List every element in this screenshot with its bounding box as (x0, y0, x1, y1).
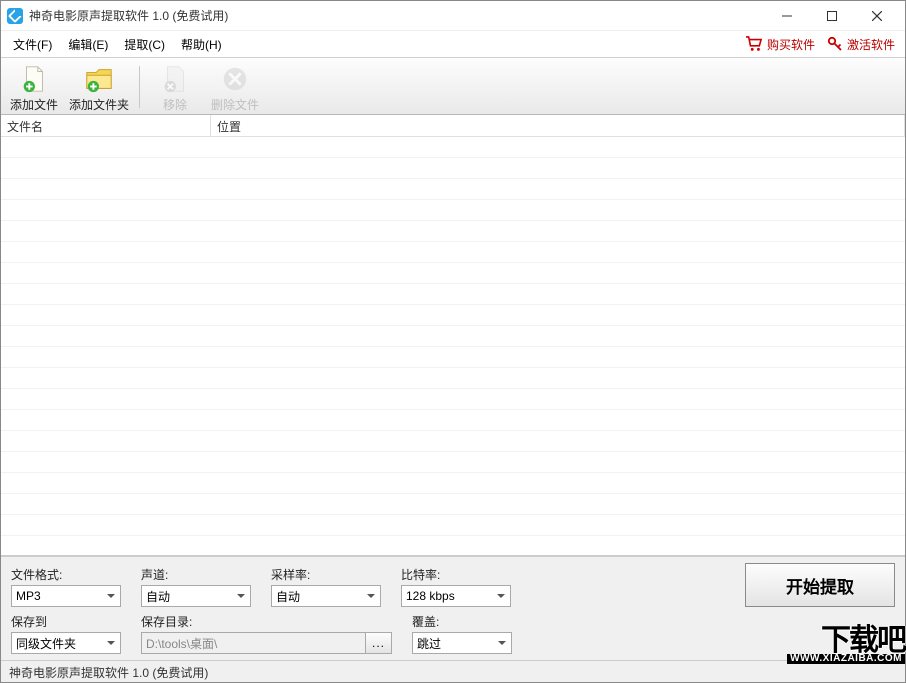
list-row (1, 347, 905, 368)
menubar: 文件(F) 编辑(E) 提取(C) 帮助(H) 购买软件 激活软件 (1, 31, 905, 57)
add-file-label: 添加文件 (10, 96, 58, 113)
list-header: 文件名 位置 (1, 115, 905, 137)
format-select[interactable]: MP3 (11, 585, 121, 607)
format-label: 文件格式: (11, 566, 121, 583)
close-button[interactable] (854, 2, 899, 30)
delete-file-label: 删除文件 (211, 96, 259, 113)
start-label: 开始提取 (786, 573, 854, 598)
list-row (1, 515, 905, 536)
add-folder-label: 添加文件夹 (69, 96, 129, 113)
list-row (1, 431, 905, 452)
toolbar-separator (139, 66, 140, 108)
list-body[interactable] (1, 137, 905, 539)
overwrite-label: 覆盖: (412, 613, 512, 630)
window-title: 神奇电影原声提取软件 1.0 (免费试用) (29, 7, 764, 24)
list-row (1, 137, 905, 158)
column-location[interactable]: 位置 (211, 115, 905, 136)
add-file-button[interactable]: 添加文件 (5, 60, 63, 114)
list-row (1, 305, 905, 326)
app-icon (7, 8, 23, 24)
delete-file-button: 删除文件 (206, 60, 264, 114)
list-row (1, 221, 905, 242)
saveto-select[interactable]: 同级文件夹 (11, 632, 121, 654)
maximize-icon (827, 11, 837, 21)
key-icon (827, 36, 843, 52)
activate-link[interactable]: 激活软件 (821, 36, 901, 53)
buy-link[interactable]: 购买软件 (739, 36, 821, 53)
samplerate-select[interactable]: 自动 (271, 585, 381, 607)
list-row (1, 494, 905, 515)
list-row (1, 452, 905, 473)
menu-edit[interactable]: 编辑(E) (60, 32, 116, 57)
list-row (1, 242, 905, 263)
start-extract-button[interactable]: 开始提取 (745, 563, 895, 607)
cart-icon (745, 36, 763, 52)
add-folder-icon (84, 64, 114, 94)
close-icon (872, 11, 882, 21)
file-list: 文件名 位置 (1, 115, 905, 556)
window-controls (764, 2, 899, 30)
list-row (1, 326, 905, 347)
channel-label: 声道: (141, 566, 251, 583)
statusbar: 神奇电影原声提取软件 1.0 (免费试用) (1, 660, 905, 682)
savedir-input: D:\tools\桌面\ (141, 632, 366, 654)
add-folder-button[interactable]: 添加文件夹 (65, 60, 133, 114)
status-text: 神奇电影原声提取软件 1.0 (免费试用) (9, 666, 208, 680)
list-row (1, 263, 905, 284)
bitrate-select[interactable]: 128 kbps (401, 585, 511, 607)
saveto-label: 保存到 (11, 613, 121, 630)
column-filename[interactable]: 文件名 (1, 115, 211, 136)
list-row (1, 389, 905, 410)
list-row (1, 158, 905, 179)
list-row (1, 284, 905, 305)
remove-button: 移除 (146, 60, 204, 114)
bitrate-label: 比特率: (401, 566, 511, 583)
settings-panel: 文件格式: MP3 声道: 自动 采样率: 自动 比特率: 128 kbps 开… (1, 556, 905, 660)
buy-label: 购买软件 (767, 36, 815, 53)
minimize-button[interactable] (764, 2, 809, 30)
remove-icon (160, 64, 190, 94)
remove-label: 移除 (163, 96, 187, 113)
list-row (1, 200, 905, 221)
list-row (1, 410, 905, 431)
menu-file[interactable]: 文件(F) (5, 32, 60, 57)
overwrite-select[interactable]: 跳过 (412, 632, 512, 654)
list-row (1, 368, 905, 389)
browse-button[interactable]: ... (366, 632, 392, 654)
maximize-button[interactable] (809, 2, 854, 30)
list-row (1, 179, 905, 200)
channel-select[interactable]: 自动 (141, 585, 251, 607)
menu-help[interactable]: 帮助(H) (173, 32, 230, 57)
savedir-label: 保存目录: (141, 613, 392, 630)
menu-extract[interactable]: 提取(C) (116, 32, 173, 57)
toolbar: 添加文件 添加文件夹 移除 (1, 57, 905, 115)
samplerate-label: 采样率: (271, 566, 381, 583)
add-file-icon (19, 64, 49, 94)
minimize-icon (782, 11, 792, 21)
delete-icon (220, 64, 250, 94)
list-row (1, 473, 905, 494)
titlebar: 神奇电影原声提取软件 1.0 (免费试用) (1, 1, 905, 31)
activate-label: 激活软件 (847, 36, 895, 53)
